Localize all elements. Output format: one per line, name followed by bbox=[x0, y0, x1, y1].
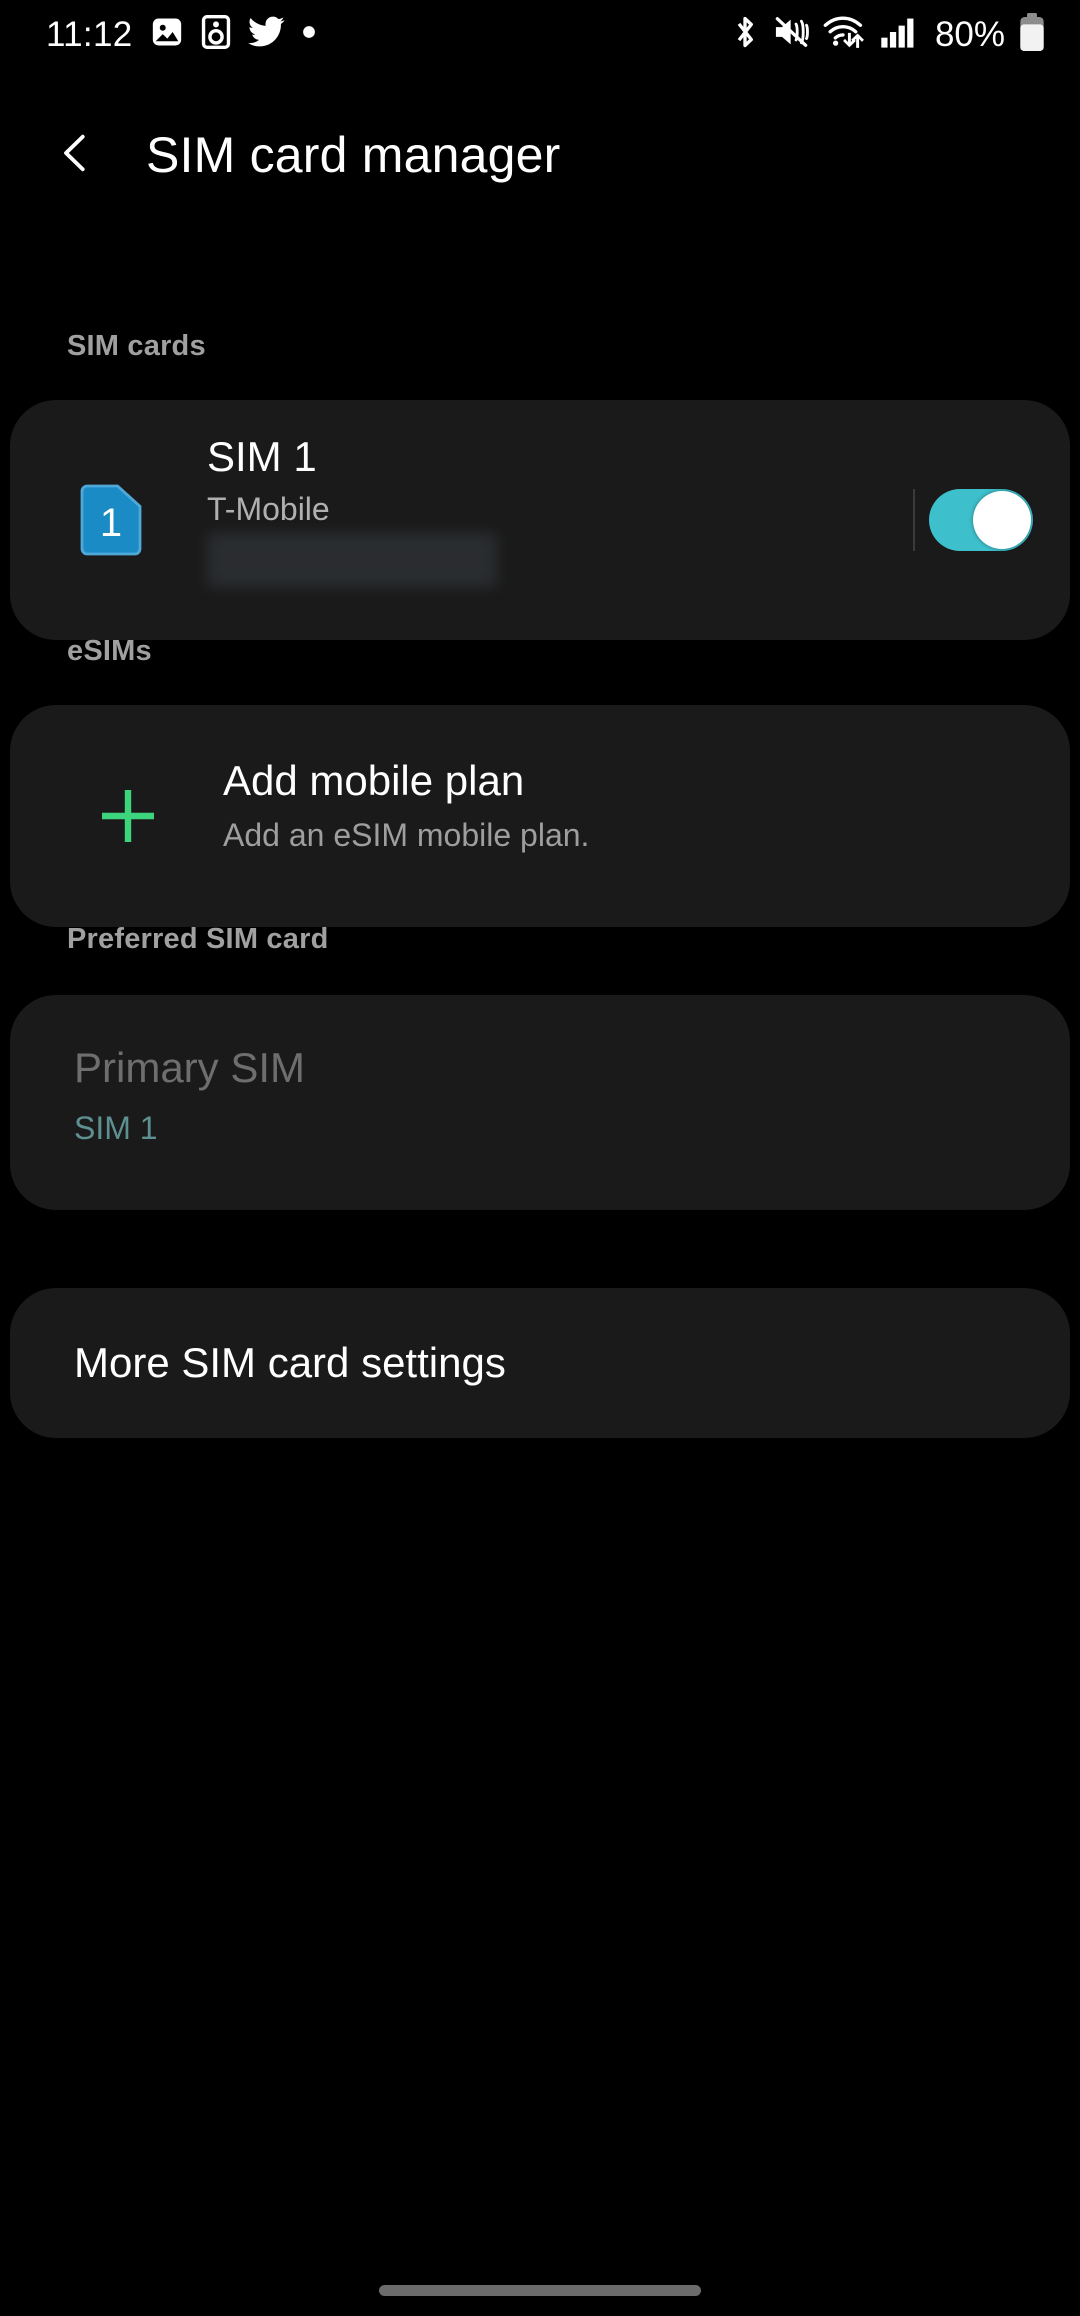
toggle-divider bbox=[913, 489, 915, 551]
dot-icon bbox=[302, 25, 316, 44]
sim-text-block: SIM 1 T-Mobile bbox=[207, 433, 497, 588]
sim-phone-number-redacted bbox=[207, 533, 497, 588]
add-mobile-plan-title: Add mobile plan bbox=[223, 757, 525, 804]
primary-sim-text-block: Primary SIM SIM 1 bbox=[74, 1044, 305, 1147]
section-label-esims: eSIMs bbox=[67, 635, 152, 667]
phone-screen: 11:12 80% SIM card manager SIM cards 1 S… bbox=[0, 0, 1080, 2316]
plus-icon bbox=[90, 778, 166, 854]
svg-text:1: 1 bbox=[100, 501, 122, 545]
status-bar-clock: 11:12 bbox=[46, 14, 133, 54]
battery-percent-label: 80% bbox=[934, 14, 1005, 54]
sim-enable-toggle[interactable] bbox=[929, 489, 1033, 551]
status-bar: 11:12 80% bbox=[0, 0, 1080, 68]
primary-sim-value: SIM 1 bbox=[74, 1110, 158, 1147]
home-gesture-pill[interactable] bbox=[379, 2284, 701, 2296]
add-mobile-plan-row[interactable]: Add mobile plan Add an eSIM mobile plan. bbox=[10, 705, 1070, 927]
status-bar-left: 11:12 bbox=[46, 14, 316, 54]
chevron-left-icon bbox=[53, 130, 99, 181]
signal-icon bbox=[880, 15, 918, 54]
esim-text-block: Add mobile plan Add an eSIM mobile plan. bbox=[223, 757, 590, 854]
speaker-icon bbox=[201, 14, 231, 54]
section-label-preferred-sim: Preferred SIM card bbox=[67, 923, 329, 955]
wifi-icon bbox=[823, 14, 867, 55]
sim-card-row[interactable]: 1 SIM 1 T-Mobile bbox=[10, 400, 1070, 640]
sim-carrier-label: T-Mobile bbox=[207, 491, 330, 528]
twitter-icon bbox=[247, 16, 285, 53]
add-mobile-plan-subtitle: Add an eSIM mobile plan. bbox=[223, 817, 590, 854]
section-label-sim-cards: SIM cards bbox=[67, 330, 206, 362]
page-title: SIM card manager bbox=[146, 127, 561, 183]
bluetooth-icon bbox=[730, 14, 760, 55]
battery-icon bbox=[1018, 12, 1046, 57]
status-bar-right: 80% bbox=[730, 12, 1046, 57]
primary-sim-title: Primary SIM bbox=[74, 1044, 305, 1091]
sim-title: SIM 1 bbox=[207, 433, 317, 480]
back-button[interactable] bbox=[28, 107, 124, 203]
primary-sim-row[interactable]: Primary SIM SIM 1 bbox=[10, 995, 1070, 1210]
navigation-bar bbox=[0, 2240, 1080, 2316]
app-header: SIM card manager bbox=[0, 100, 1080, 210]
sim-badge-icon: 1 bbox=[80, 484, 142, 556]
photo-icon bbox=[150, 15, 184, 54]
mute-icon bbox=[773, 15, 810, 54]
more-sim-card-settings-row[interactable]: More SIM card settings bbox=[10, 1288, 1070, 1438]
toggle-knob bbox=[973, 491, 1031, 549]
more-sim-card-settings-label: More SIM card settings bbox=[74, 1338, 506, 1386]
